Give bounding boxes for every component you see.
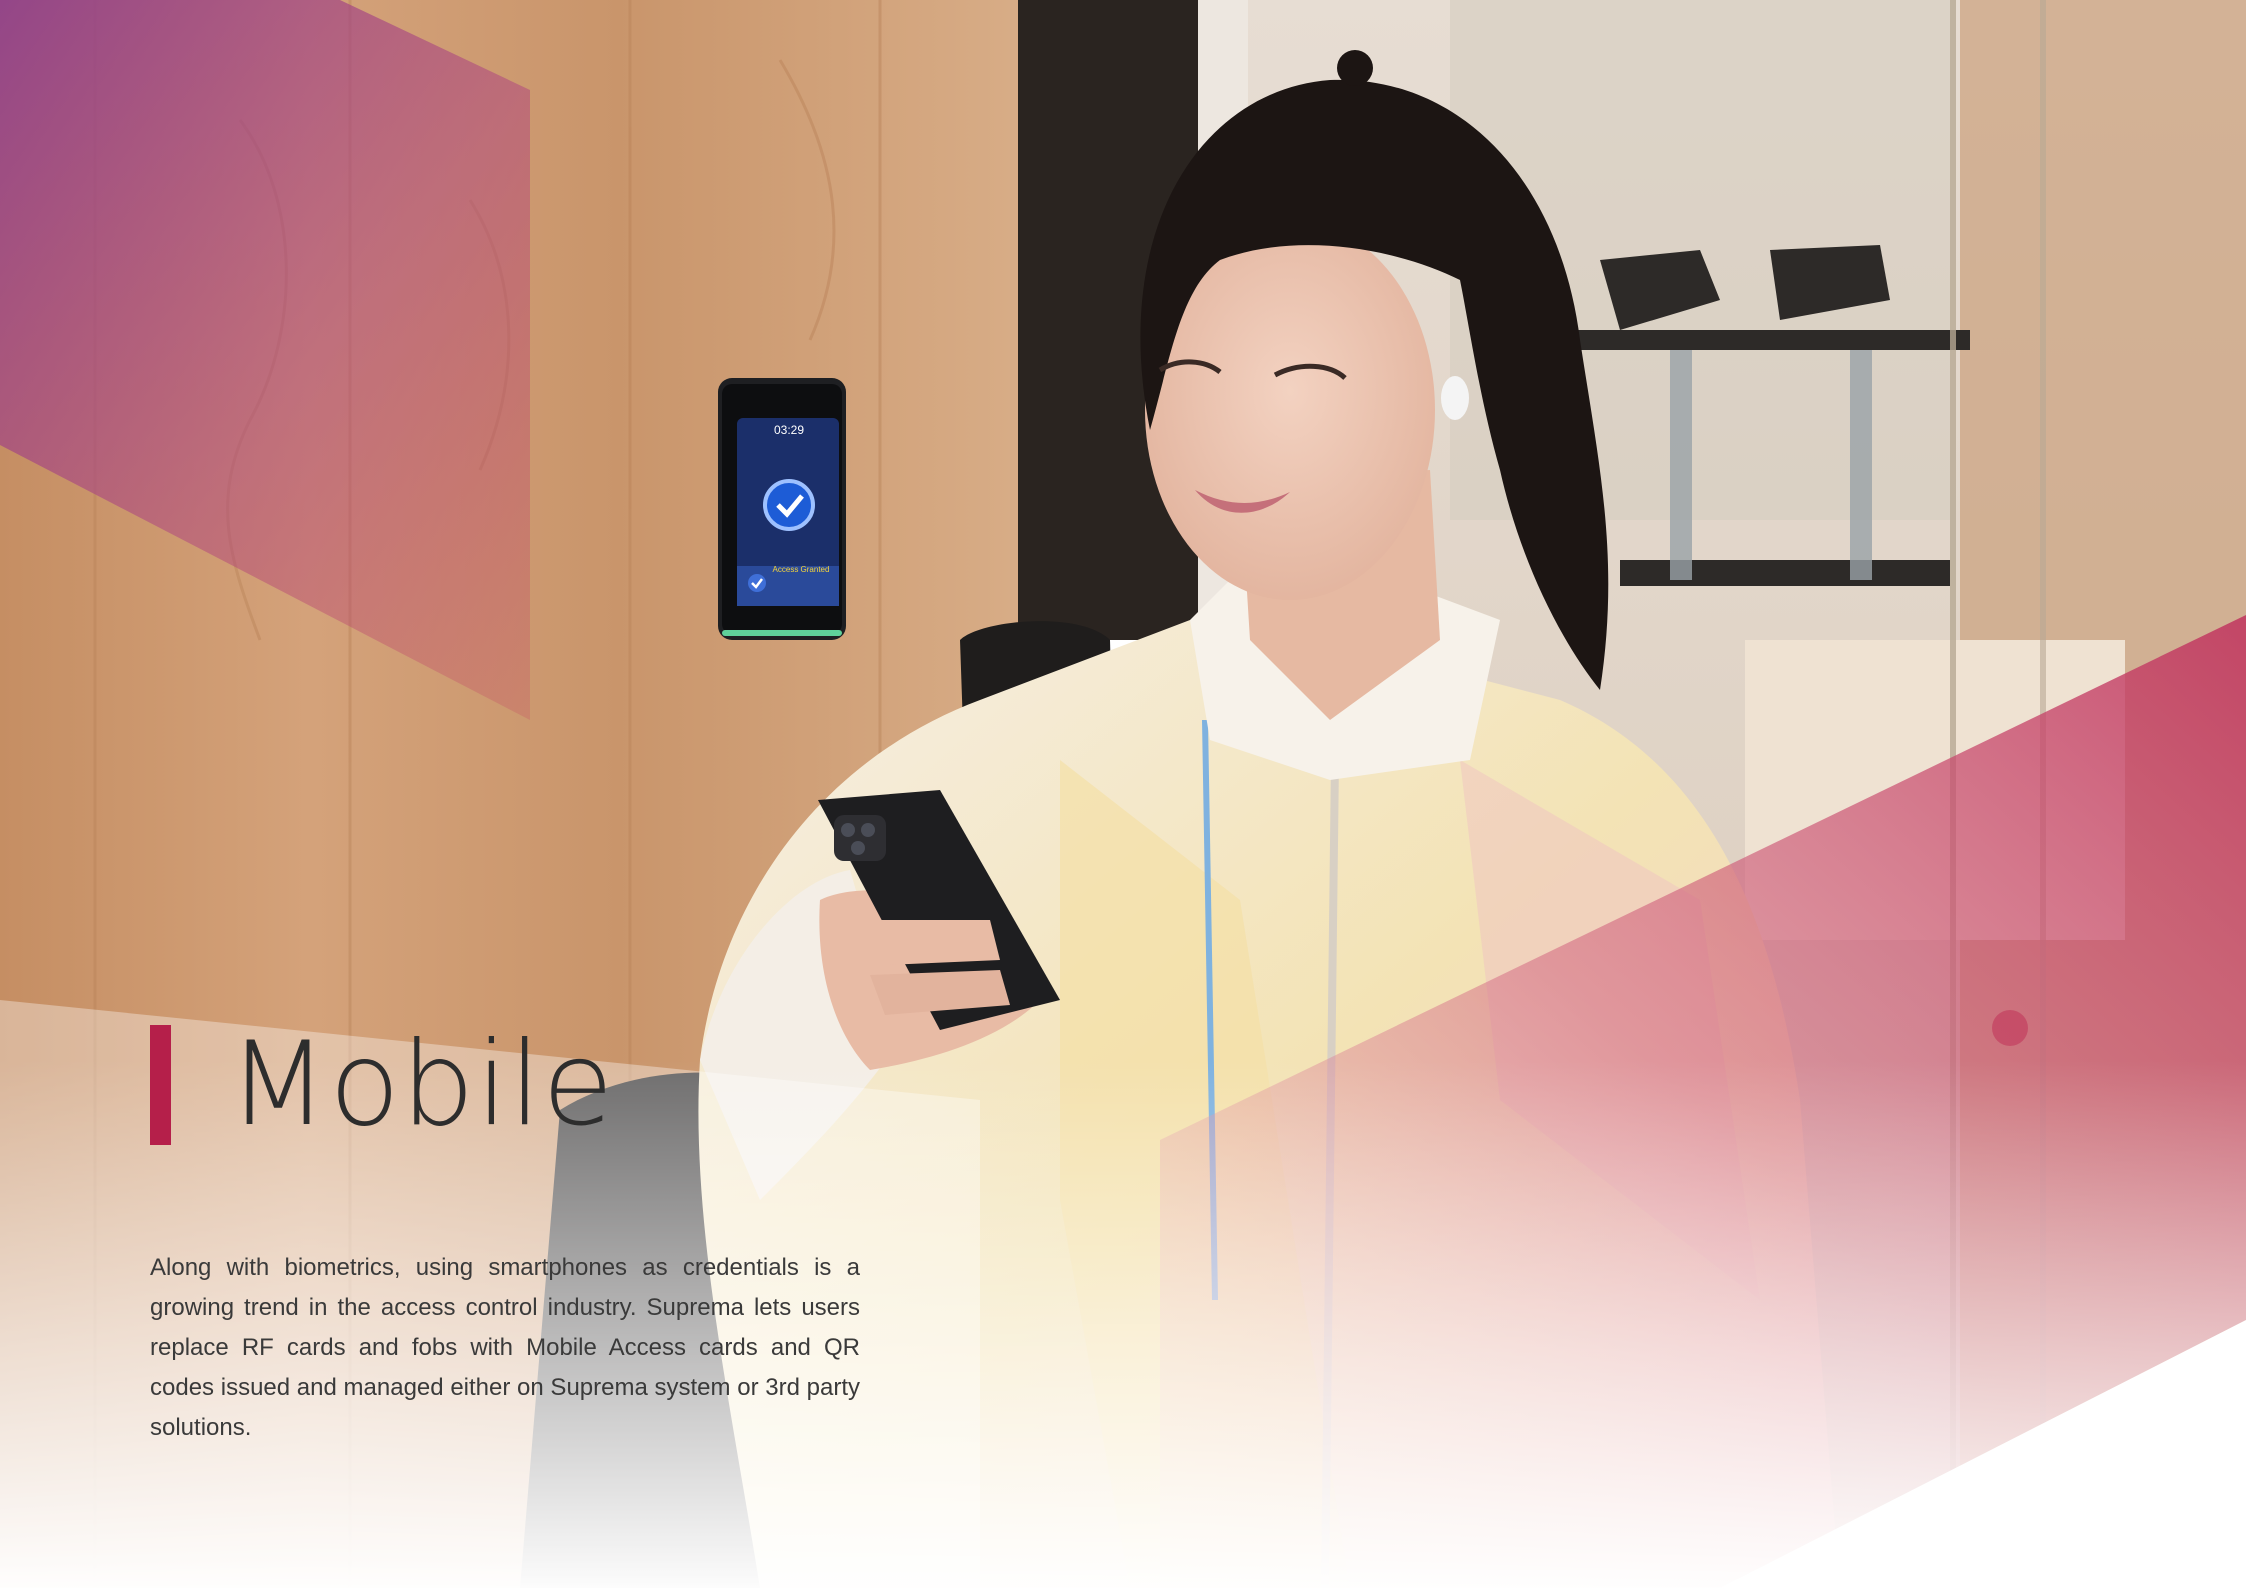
brochure-page: 03:29 Access Granted Mobile Along with b… [0,0,2246,1588]
section-title: Mobile [228,1017,615,1152]
title-accent-bar [150,1025,171,1145]
section-body: Along with biometrics, using smartphones… [150,1254,860,1441]
